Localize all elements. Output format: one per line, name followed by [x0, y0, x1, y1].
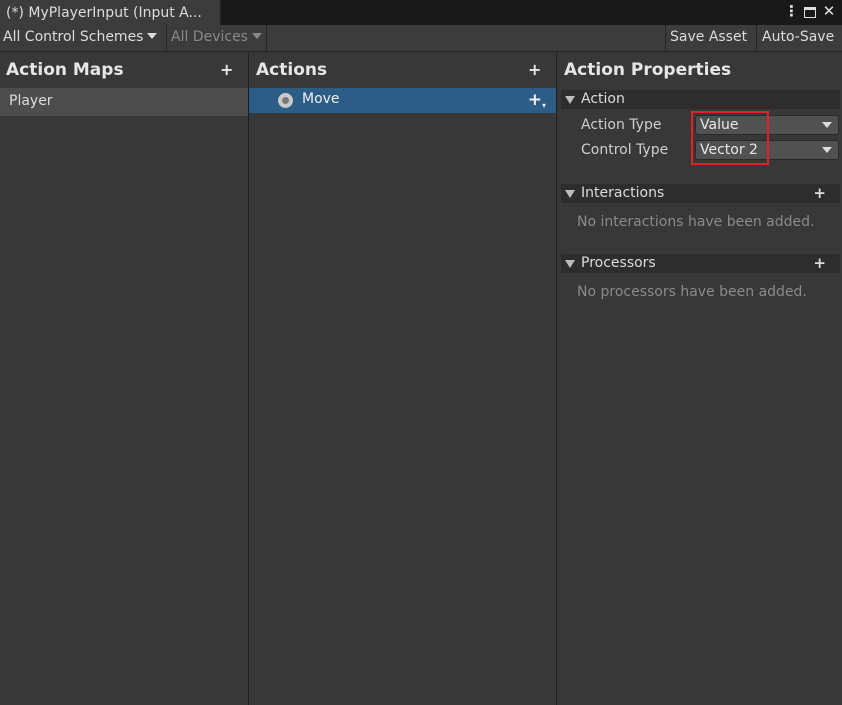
actions-title: Actions: [256, 60, 328, 80]
toolbar-divider: [665, 25, 666, 51]
interactions-title: Interactions: [581, 185, 665, 201]
action-maps-title: Action Maps: [6, 60, 124, 80]
action-properties-panel: Action Properties Action Action Type Val…: [557, 53, 842, 705]
toolbar-divider: [756, 25, 757, 51]
action-type-value: Value: [700, 117, 739, 133]
save-asset-button[interactable]: Save Asset: [670, 25, 747, 51]
chevron-down-icon: [147, 33, 158, 39]
actions-panel: Actions + Move +▾: [249, 53, 556, 705]
add-binding-icon[interactable]: +▾: [528, 90, 546, 110]
action-item[interactable]: Move +▾: [249, 88, 556, 113]
window-tab-title: (*) MyPlayerInput (Input A...: [6, 5, 202, 21]
window-controls: ⋮ ✕: [784, 3, 836, 19]
interactions-empty-note: No interactions have been added.: [577, 214, 815, 230]
add-interaction-button[interactable]: +: [813, 184, 826, 202]
add-processor-button[interactable]: +: [813, 254, 826, 272]
properties-header: Action Properties: [557, 53, 842, 87]
foldout-arrow-icon: [565, 190, 575, 198]
action-map-label: Player: [9, 93, 53, 109]
properties-title: Action Properties: [564, 60, 732, 80]
control-type-value: Vector 2: [700, 142, 758, 158]
window-tab[interactable]: (*) MyPlayerInput (Input A...: [0, 0, 221, 26]
toolbar-divider: [266, 25, 267, 51]
foldout-arrow-icon: [565, 96, 575, 104]
more-icon[interactable]: ⋮: [784, 3, 799, 19]
processors-section-header[interactable]: Processors +: [561, 254, 840, 273]
action-type-dropdown[interactable]: Value: [695, 115, 839, 135]
value-action-icon: [278, 93, 293, 108]
window-titlebar: (*) MyPlayerInput (Input A... ⋮ ✕: [0, 0, 842, 26]
chevron-down-icon: [822, 147, 832, 153]
toolbar-divider: [166, 25, 167, 51]
maximize-icon[interactable]: [804, 6, 816, 18]
action-section-title: Action: [581, 91, 625, 107]
devices-label: All Devices: [171, 29, 248, 45]
control-scheme-dropdown[interactable]: All Control Schemes: [3, 25, 158, 51]
devices-dropdown[interactable]: All Devices: [171, 25, 262, 51]
action-map-item[interactable]: Player: [0, 88, 248, 116]
actions-header: Actions +: [249, 53, 556, 87]
control-scheme-label: All Control Schemes: [3, 29, 144, 45]
close-icon[interactable]: ✕: [822, 3, 836, 19]
action-type-label: Action Type: [581, 117, 662, 133]
action-maps-header: Action Maps +: [0, 53, 248, 87]
foldout-arrow-icon: [565, 260, 575, 268]
add-action-map-button[interactable]: +: [220, 60, 233, 79]
action-label: Move: [302, 91, 340, 107]
control-type-dropdown[interactable]: Vector 2: [695, 140, 839, 160]
auto-save-toggle[interactable]: Auto-Save: [762, 25, 834, 51]
toolbar: All Control Schemes All Devices Save Ass…: [0, 25, 842, 52]
action-maps-panel: Action Maps + Player: [0, 53, 248, 705]
interactions-section-header[interactable]: Interactions +: [561, 184, 840, 203]
chevron-down-icon: [822, 122, 832, 128]
chevron-down-icon: [251, 33, 262, 39]
action-section-header[interactable]: Action: [561, 90, 840, 109]
add-action-button[interactable]: +: [528, 60, 541, 79]
processors-empty-note: No processors have been added.: [577, 284, 807, 300]
processors-title: Processors: [581, 255, 656, 271]
control-type-label: Control Type: [581, 142, 669, 158]
